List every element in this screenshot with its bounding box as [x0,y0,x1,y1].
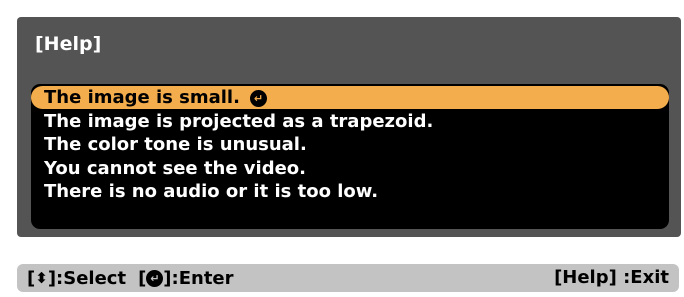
exit-hint: [Help] :Exit [554,267,669,288]
key-hint-bar: [⬍]:Select [↵]:Enter [Help] :Exit [17,264,679,292]
menu-item-color-tone[interactable]: The color tone is unusual. [31,133,669,156]
menu-item-no-audio[interactable]: There is no audio or it is too low. [31,180,669,203]
menu-item-label: The image is small. [44,87,240,108]
dialog-title: [Help] [35,33,102,55]
menu-item-image-small[interactable]: The image is small. ↵ [31,86,669,109]
menu-item-label: The color tone is unusual. [44,134,307,155]
enter-icon: ↵ [146,270,164,287]
footer-hints-left: [⬍]:Select [↵]:Enter [27,264,234,293]
select-hint: [⬍]:Select [27,268,127,289]
help-dialog: [Help] The image is small. ↵ The image is… [17,17,681,237]
menu-item-no-video[interactable]: You cannot see the video. [31,157,669,180]
enter-icon: ↵ [249,90,267,107]
enter-hint: [↵]:Enter [138,268,234,289]
up-down-arrow-icon: ⬍ [35,269,48,287]
menu-item-label: The image is projected as a trapezoid. [44,110,434,132]
help-menu-list: The image is small. ↵ The image is projec… [31,84,669,229]
menu-item-trapezoid[interactable]: The image is projected as a trapezoid. [31,110,669,133]
menu-item-label: There is no audio or it is too low. [44,181,379,202]
menu-item-label: You cannot see the video. [44,157,307,179]
